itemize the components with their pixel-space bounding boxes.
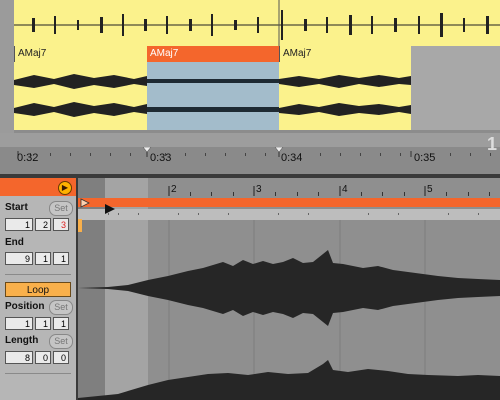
bar-number: 2 <box>171 184 177 195</box>
audio-track-lane[interactable] <box>14 0 500 46</box>
length-bar-field[interactable]: 8 <box>5 351 33 364</box>
track-header-strip <box>0 0 14 133</box>
end-beat-field[interactable]: 1 <box>35 252 51 265</box>
bar-number: 4 <box>342 184 348 195</box>
clip-waveform <box>14 74 147 117</box>
loop-brace <box>78 198 500 207</box>
sample-editor-canvas <box>78 178 500 400</box>
panel-separator <box>5 373 71 374</box>
end-sixteenth-field[interactable]: 1 <box>53 252 69 265</box>
clip-waveform <box>279 75 411 116</box>
arrangement-clip[interactable]: AMaj7 <box>14 46 147 130</box>
length-sixteenth-field[interactable]: 0 <box>53 351 69 364</box>
clip-title[interactable]: AMaj7 <box>147 46 279 62</box>
length-beat-field[interactable]: 0 <box>35 351 51 364</box>
arrangement-view: AMaj7 AMaj7 AMaj7 <box>0 0 500 133</box>
ruler-time-label: 0:35 <box>414 152 436 164</box>
clip-title[interactable]: AMaj7 <box>14 46 147 62</box>
end-bar-field[interactable]: 9 <box>5 252 33 265</box>
position-label: Position <box>5 301 45 312</box>
clip-waveform <box>147 79 279 112</box>
clip-sample-panel: ▶ Start Set 1 2 3 End 9 1 1 Loop Positio… <box>0 178 78 400</box>
selected-arrangement-clip[interactable]: AMaj7 <box>147 46 279 130</box>
length-set-button[interactable]: Set <box>49 334 73 349</box>
arrow-right-icon[interactable]: ▶ <box>58 181 72 195</box>
panel-header: ▶ <box>0 178 76 196</box>
loop-button[interactable]: Loop <box>5 282 71 297</box>
waveform-top <box>14 0 500 46</box>
clip-title[interactable]: AMaj7 <box>279 46 411 62</box>
bar-number: 5 <box>427 184 433 195</box>
position-sixteenth-field[interactable]: 1 <box>53 317 69 330</box>
ruler-time-label: 0:32 <box>17 152 39 164</box>
start-label: Start <box>5 202 28 213</box>
start-beat-field[interactable]: 2 <box>35 218 51 231</box>
bar-number: 3 <box>256 184 262 195</box>
arrangement-clip[interactable]: AMaj7 <box>279 46 411 130</box>
start-sixteenth-field[interactable]: 3 <box>53 218 69 231</box>
position-beat-field[interactable]: 1 <box>35 317 51 330</box>
ruler-time-label: 0:33 <box>150 152 172 164</box>
start-set-button[interactable]: Set <box>49 201 73 216</box>
panel-separator <box>5 274 71 275</box>
end-label: End <box>5 237 24 248</box>
time-ruler[interactable]: 1 0:32 0:33 0:34 0:35 <box>0 133 500 174</box>
length-label: Length <box>5 335 39 346</box>
position-set-button[interactable]: Set <box>49 300 73 315</box>
empty-track-area[interactable] <box>411 46 500 130</box>
position-bar-field[interactable]: 1 <box>5 317 33 330</box>
start-bar-field[interactable]: 1 <box>5 218 33 231</box>
ruler-time-label: 0:34 <box>281 152 303 164</box>
sample-editor[interactable]: 2 3 4 5 <box>78 178 500 400</box>
